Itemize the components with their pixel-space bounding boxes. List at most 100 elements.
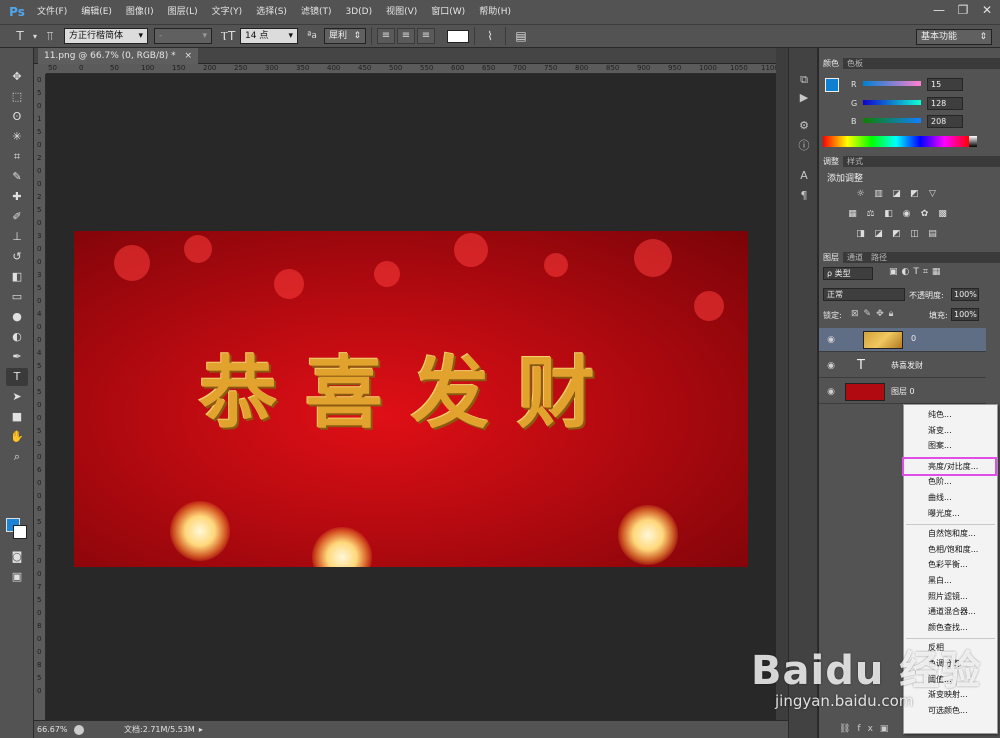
menu-item[interactable]: 颜色查找... [928,622,968,633]
screen-mode-icon[interactable]: ▣ [6,568,28,586]
hue-adj-icon[interactable]: ▦ [845,208,860,221]
invert-adj-icon[interactable]: ◨ [853,228,868,241]
blend-mode-select[interactable]: 正常 [823,288,905,301]
zoom-level[interactable]: 66.67% [34,725,68,734]
document-canvas[interactable]: 恭喜发财 [74,231,748,567]
menu-item[interactable]: 色阶... [928,476,952,487]
fill-input[interactable]: 100% [951,308,979,321]
align-right-icon[interactable]: ≡ [417,28,435,44]
eyedropper-tool-icon[interactable]: ✎ [6,168,28,186]
horizontal-ruler[interactable]: 50 0 50 100 150 200 250 300 350 400 450 500 550 600 65… [46,64,779,74]
curves-adj-icon[interactable]: ◪ [889,188,904,201]
menu-item[interactable]: 帮助(H) [472,0,518,24]
tool-preset-arrow-icon[interactable]: ▾ [30,32,40,41]
menu-item[interactable]: 文字(Y) [205,0,250,24]
menu-item[interactable]: 窗口(W) [424,0,472,24]
menu-item[interactable]: 色彩平衡... [928,559,968,570]
minimize-button[interactable]: — [930,2,948,18]
font-size-select[interactable]: 14 点 ▾ [240,28,298,44]
posterize-adj-icon[interactable]: ◪ [871,228,886,241]
r-input[interactable]: 15 [927,78,963,91]
pen-tool-icon[interactable]: ✒ [6,348,28,366]
font-style-select[interactable]: - ▾ [154,28,212,44]
brush-tool-icon[interactable]: ✐ [6,208,28,226]
menu-item[interactable]: 图案... [928,440,952,451]
menu-item[interactable]: 选择(S) [249,0,294,24]
filter-icons[interactable]: ▣◐T⌗▦ [889,267,944,277]
status-info-icon[interactable] [74,724,84,735]
tab-swatches[interactable]: 色板 [843,58,867,69]
actions-play-icon[interactable]: ▶ [796,90,812,106]
type-tool-icon[interactable]: T [6,368,28,386]
dodge-tool-icon[interactable]: ◐ [6,328,28,346]
warp-text-icon[interactable]: ⌇ [480,29,500,43]
tab-channels[interactable]: 通道 [843,252,867,263]
toggle-orientation-icon[interactable]: ⫪ [40,29,60,44]
eye-icon[interactable]: ◉ [825,334,837,346]
gradient-tool-icon[interactable]: ▭ [6,288,28,306]
healing-brush-tool-icon[interactable]: ✚ [6,188,28,206]
text-color-swatch[interactable] [447,29,469,43]
character-panel-icon[interactable]: ▤ [511,29,531,43]
balance-adj-icon[interactable]: ⚖ [863,208,878,221]
bw-spectrum[interactable] [969,136,977,147]
tab-paths[interactable]: 路径 [867,252,891,263]
status-menu-arrow-icon[interactable]: ▸ [199,725,203,734]
opacity-input[interactable]: 100% [951,288,979,301]
crop-tool-icon[interactable]: ⌗ [6,148,28,166]
layer-row[interactable]: ◉ 图层 0 [819,380,986,404]
menu-item[interactable]: 3D(D) [338,0,379,24]
tab-adjustments[interactable]: 调整 [819,156,843,167]
fg-color-chip[interactable] [825,78,839,92]
selective-color-adj-icon[interactable]: ▤ [925,228,940,241]
menu-item[interactable]: 阈值... [928,674,952,685]
quick-mask-icon[interactable]: ◙ [6,548,28,566]
vertical-scrollbar[interactable] [776,48,788,720]
vibrance-adj-icon[interactable]: ▽ [925,188,940,201]
layer-footer-icons[interactable]: ⛓fx▣ [839,724,895,734]
b-input[interactable]: 208 [927,115,963,128]
menu-item[interactable]: 滤镜(T) [294,0,339,24]
blur-tool-icon[interactable]: ● [6,308,28,326]
menu-item[interactable]: 自然饱和度... [928,528,976,539]
color-spectrum[interactable] [823,136,969,147]
antialias-select[interactable]: 犀利 ⇕ [324,28,366,44]
g-slider[interactable] [863,100,921,105]
document-tab[interactable]: 11.png @ 66.7% (0, RGB/8) * × [38,48,199,64]
rectangle-tool-icon[interactable]: ■ [6,408,28,426]
lock-icons[interactable]: ⊠✎✥🔒︎ [851,309,898,319]
paragraph-icon[interactable]: ¶ [796,188,812,204]
eye-icon[interactable]: ◉ [825,386,837,398]
path-selection-tool-icon[interactable]: ➤ [6,388,28,406]
menu-item[interactable]: 色相/饱和度... [928,544,978,555]
hand-tool-icon[interactable]: ✋ [6,428,28,446]
lookup-adj-icon[interactable]: ▩ [935,208,950,221]
menu-item[interactable]: 通道混合器... [928,606,976,617]
vertical-ruler[interactable]: 0 5 0 1 5 0 2 0 0 2 5 0 3 0 0 3 5 0 4 0 0 4 5 0 5 0 0 5 5 0 6 0 0 6 5 0 7 0 0 7… [34,74,46,720]
menu-item[interactable]: 编辑(E) [74,0,119,24]
menu-item[interactable]: 纯色... [928,409,952,420]
menu-item[interactable]: 图像(I) [119,0,161,24]
move-tool-icon[interactable]: ✥ [6,68,28,86]
workspace-select[interactable]: 基本功能 ⇕ [916,29,992,45]
menu-item[interactable]: 曲线... [928,492,952,503]
b-slider[interactable] [863,118,921,123]
menu-item[interactable]: 曝光度... [928,508,960,519]
g-input[interactable]: 128 [927,97,963,110]
lasso-tool-icon[interactable]: ʘ [6,108,28,126]
tab-styles[interactable]: 样式 [843,156,867,167]
background-color-swatch[interactable] [13,525,27,539]
gradient-map-adj-icon[interactable]: ◫ [907,228,922,241]
levels-adj-icon[interactable]: ▥ [871,188,886,201]
align-center-icon[interactable]: ≡ [397,28,415,44]
menu-item[interactable]: 黑白... [928,575,952,586]
layer-row[interactable]: ◉ 0 [819,328,986,352]
info-icon[interactable]: ⓘ [796,138,812,154]
menu-item[interactable]: 渐变... [928,425,952,436]
menu-item[interactable]: 反相 [928,642,944,653]
layer-row[interactable]: ◉ T 恭喜发财 [819,354,986,378]
restore-button[interactable]: ❐ [954,2,972,18]
tab-layers[interactable]: 图层 [819,252,843,263]
tab-color[interactable]: 颜色 [819,58,843,69]
eye-icon[interactable]: ◉ [825,360,837,372]
